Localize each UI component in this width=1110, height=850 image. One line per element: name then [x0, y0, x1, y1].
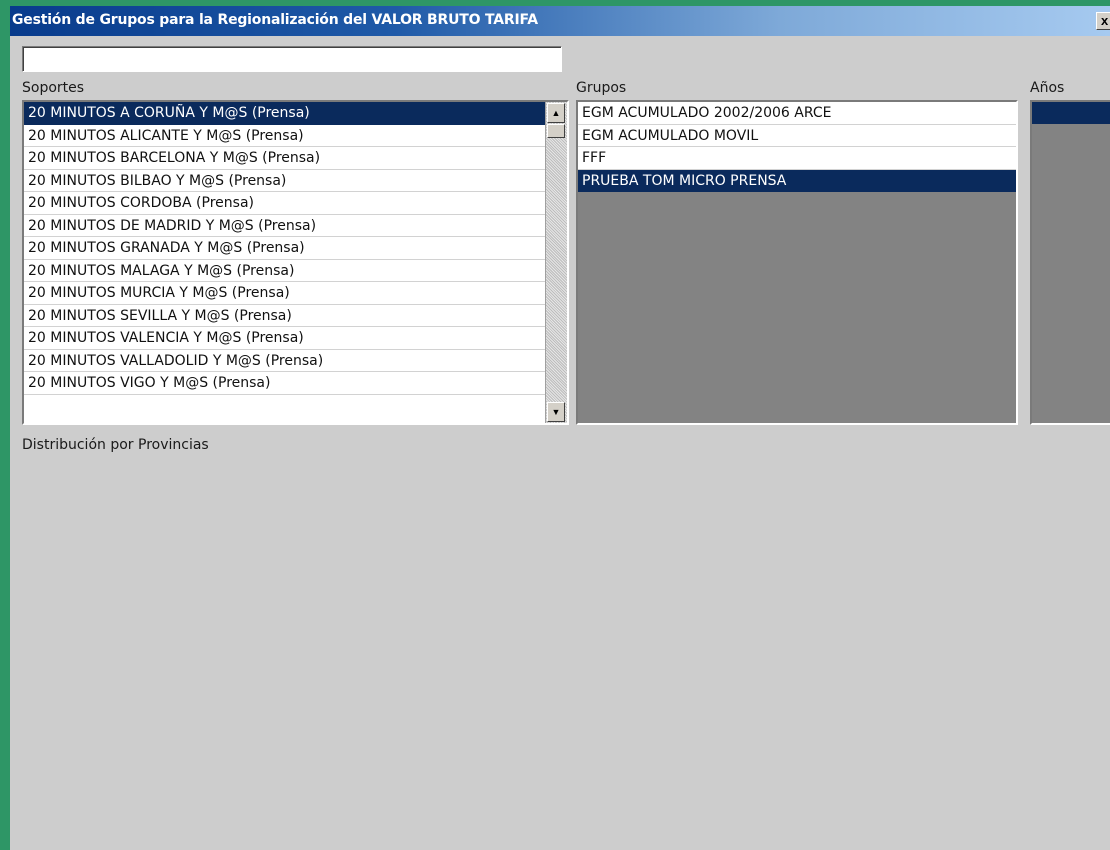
title-bar[interactable]: Gestión de Grupos para la Regionalizació… — [10, 6, 1110, 36]
soporte-list-item[interactable]: 20 MINUTOS SEVILLA Y M@S (Prensa) — [24, 304, 545, 327]
grupos-items: EGM ACUMULADO 2002/2006 ARCE EGM ACUMULAD… — [578, 102, 1016, 192]
grupos-label: Grupos — [576, 80, 627, 96]
scroll-down-button[interactable]: ▼ — [547, 402, 565, 422]
soportes-items: 20 MINUTOS A CORUÑA Y M@S (Prensa) 20 MIN… — [24, 102, 545, 395]
soporte-list-item[interactable]: 20 MINUTOS ALICANTE Y M@S (Prensa) — [24, 124, 545, 147]
soporte-list-item[interactable]: 20 MINUTOS MURCIA Y M@S (Prensa) — [24, 282, 545, 305]
grupo-list-item[interactable]: EGM ACUMULADO MOVIL — [578, 124, 1016, 147]
grupo-list-item[interactable]: PRUEBA TOM MICRO PRENSA — [578, 169, 1016, 192]
arrow-down-icon: ▼ — [551, 407, 561, 417]
anios-label: Años — [1030, 80, 1065, 96]
scroll-up-button[interactable]: ▲ — [547, 103, 565, 123]
soporte-list-item[interactable]: 20 MINUTOS VALLADOLID Y M@S (Prensa) — [24, 349, 545, 372]
anios-listbox[interactable]: 2007 — [1030, 100, 1110, 425]
soporte-list-item[interactable]: 20 MINUTOS BILBAO Y M@S (Prensa) — [24, 169, 545, 192]
scroll-thumb[interactable] — [547, 124, 565, 138]
grupo-list-item[interactable]: FFF — [578, 147, 1016, 170]
soportes-label: Soportes — [22, 80, 85, 96]
soporte-list-item[interactable]: 20 MINUTOS MALAGA Y M@S (Prensa) — [24, 259, 545, 282]
soporte-list-item[interactable]: 20 MINUTOS GRANADA Y M@S (Prensa) — [24, 237, 545, 260]
soporte-list-item[interactable]: 20 MINUTOS BARCELONA Y M@S (Prensa) — [24, 147, 545, 170]
anios-items: 2007 — [1032, 102, 1110, 124]
soportes-scrollbar[interactable]: ▲ ▼ — [545, 102, 567, 423]
grupos-listbox[interactable]: EGM ACUMULADO 2002/2006 ARCE EGM ACUMULAD… — [576, 100, 1018, 425]
soporte-list-item[interactable]: 20 MINUTOS VALENCIA Y M@S (Prensa) — [24, 327, 545, 350]
group-name-input[interactable] — [22, 46, 562, 72]
soporte-list-item[interactable]: 20 MINUTOS DE MADRID Y M@S (Prensa) — [24, 214, 545, 237]
anio-list-item[interactable]: 2007 — [1032, 102, 1110, 124]
distribucion-label: Distribución por Provincias — [22, 437, 209, 453]
grupo-list-item[interactable]: EGM ACUMULADO 2002/2006 ARCE — [578, 102, 1016, 125]
arrow-up-icon: ▲ — [551, 108, 561, 118]
close-button[interactable]: x — [1096, 12, 1110, 30]
window-title: Gestión de Grupos para la Regionalizació… — [12, 12, 538, 28]
soporte-list-item[interactable]: 20 MINUTOS CORDOBA (Prensa) — [24, 192, 545, 215]
soportes-listbox[interactable]: 20 MINUTOS A CORUÑA Y M@S (Prensa) 20 MIN… — [22, 100, 569, 425]
soporte-list-item[interactable]: 20 MINUTOS A CORUÑA Y M@S (Prensa) — [24, 102, 545, 125]
soporte-list-item[interactable]: 20 MINUTOS VIGO Y M@S (Prensa) — [24, 372, 545, 395]
dialog-window: Gestión de Grupos para la Regionalizació… — [10, 6, 1110, 850]
